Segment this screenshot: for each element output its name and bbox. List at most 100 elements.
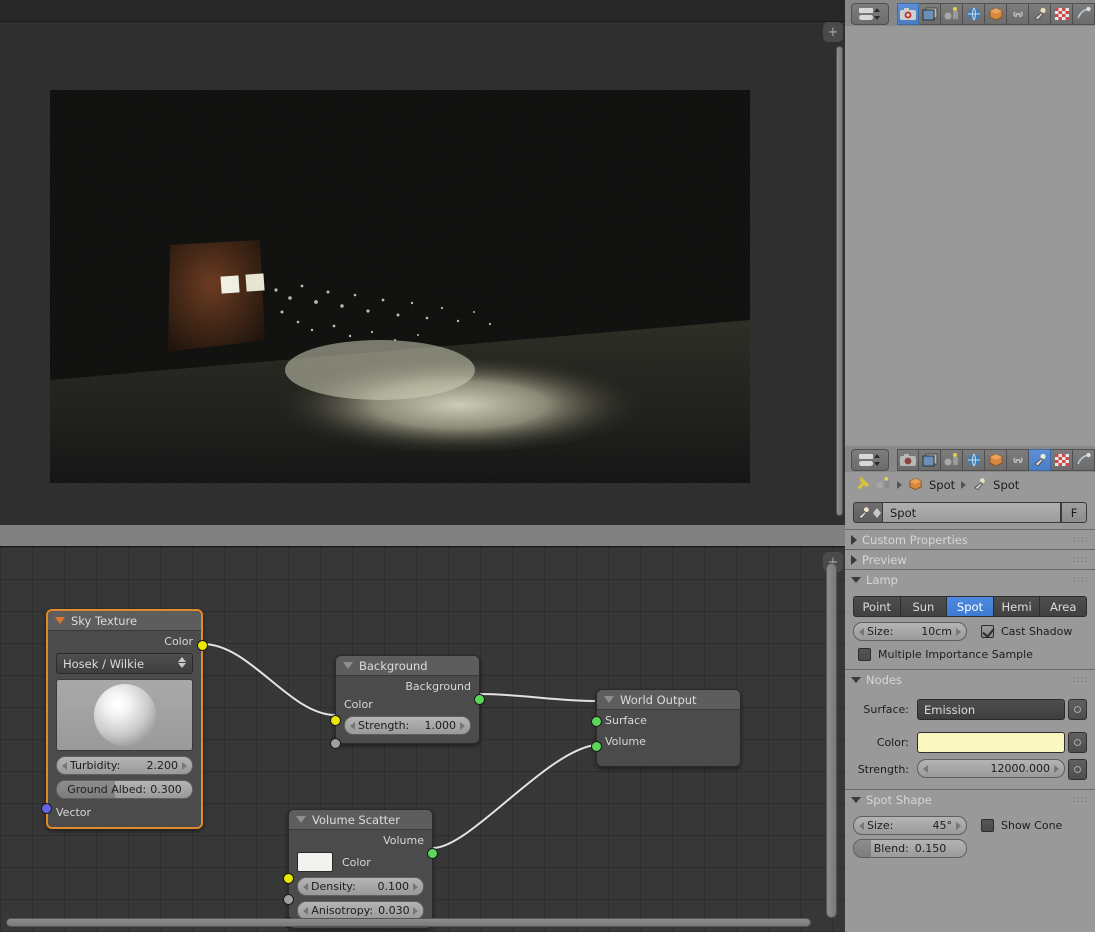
tab-particles-icon[interactable] [1073, 3, 1095, 25]
socket-color-input[interactable] [330, 715, 341, 726]
increment-arrow-icon[interactable] [460, 721, 465, 730]
multiple-importance-checkbox-row[interactable]: Multiple Importance Sample [845, 641, 1095, 661]
increment-arrow-icon[interactable] [413, 906, 418, 915]
tab-render-icon[interactable] [897, 449, 919, 471]
node-volume-scatter[interactable]: Volume Scatter Volume Color Density: 0.1… [283, 809, 438, 929]
tab-scene-icon[interactable] [941, 3, 963, 25]
socket-vector-input[interactable] [41, 803, 52, 814]
increment-arrow-icon[interactable] [413, 882, 418, 891]
breadcrumb-lamp-name[interactable]: Spot [993, 478, 1019, 492]
nodes-panel-header[interactable]: Nodes :::: [845, 670, 1095, 690]
color-swatch[interactable] [297, 852, 333, 872]
show-cone-checkbox[interactable] [981, 819, 994, 832]
cast-shadow-checkbox[interactable] [981, 625, 994, 638]
tab-constraints-icon[interactable] [1007, 3, 1029, 25]
node-sky-texture-header[interactable]: Sky Texture [48, 611, 201, 631]
lamp-panel-header[interactable]: Lamp :::: [845, 570, 1095, 590]
chevron-right-icon[interactable] [851, 534, 857, 545]
tab-texture-icon[interactable] [1051, 449, 1073, 471]
surface-animate-button[interactable] [1068, 699, 1087, 720]
editor-type-selector[interactable] [851, 449, 889, 471]
tab-scene-icon[interactable] [941, 449, 963, 471]
node-background-header[interactable]: Background [336, 656, 479, 676]
tab-lamp-data-icon[interactable] [1029, 449, 1051, 471]
chevron-down-icon[interactable] [851, 677, 861, 683]
strength-field[interactable]: Strength: 1.000 [344, 716, 471, 735]
socket-strength-input[interactable] [330, 738, 341, 749]
color-animate-button[interactable] [1068, 732, 1087, 753]
lamp-type-sun[interactable]: Sun [900, 596, 948, 617]
collapse-triangle-icon[interactable] [55, 617, 65, 624]
lamp-size-field[interactable]: Size: 10cm [853, 622, 967, 641]
collapse-triangle-icon[interactable] [343, 662, 353, 669]
multiple-importance-checkbox[interactable] [858, 648, 871, 661]
lamp-datablock-name[interactable]: Spot [883, 502, 1061, 523]
tab-lamp-data-icon[interactable] [1029, 3, 1051, 25]
show-cone-checkbox-row[interactable]: Show Cone [981, 819, 1062, 832]
lamp-datablock-icon[interactable] [853, 502, 883, 523]
node-background[interactable]: Background Background Color Strength: 1.… [330, 655, 485, 749]
emission-strength-field[interactable]: 12000.000 [917, 759, 1065, 778]
lamp-type-area[interactable]: Area [1040, 596, 1087, 617]
lamp-type-hemi[interactable]: Hemi [993, 596, 1041, 617]
editor-type-selector[interactable] [851, 3, 889, 25]
lamp-type-point[interactable]: Point [853, 596, 901, 617]
density-field[interactable]: Density: 0.100 [297, 877, 424, 896]
image-editor-toolbar-expand[interactable]: + [823, 22, 843, 42]
panel-grip-icon[interactable]: :::: [1073, 555, 1089, 564]
collapse-triangle-icon[interactable] [296, 816, 306, 823]
tab-particles-icon[interactable] [1073, 449, 1095, 471]
tab-world-icon[interactable] [963, 449, 985, 471]
spot-shape-panel-header[interactable]: Spot Shape :::: [845, 790, 1095, 810]
tab-texture-icon[interactable] [1051, 3, 1073, 25]
spot-size-field[interactable]: Size: 45° [853, 816, 967, 835]
cast-shadow-checkbox-row[interactable]: Cast Shadow [981, 625, 1072, 638]
node-volume-scatter-header[interactable]: Volume Scatter [289, 810, 432, 830]
socket-volume-output[interactable] [427, 848, 438, 859]
node-world-output[interactable]: World Output Surface Volume [591, 689, 741, 767]
image-editor-vertical-scrollbar[interactable] [836, 46, 843, 516]
increment-arrow-icon[interactable] [182, 761, 187, 770]
panel-grip-icon[interactable]: :::: [1073, 576, 1089, 585]
emission-color-swatch[interactable] [917, 732, 1065, 753]
node-editor-canvas[interactable]: Sky Texture Color Hosek / Wilkie Turbidi… [0, 547, 845, 932]
socket-color-output[interactable] [197, 640, 208, 651]
surface-shader-dropdown[interactable]: Emission [917, 699, 1065, 720]
tab-constraints-icon[interactable] [1007, 449, 1029, 471]
pin-icon[interactable] [855, 476, 870, 494]
preview-panel-header[interactable]: Preview :::: [845, 550, 1095, 570]
socket-surface-input[interactable] [591, 716, 602, 727]
lamp-type-spot[interactable]: Spot [947, 596, 994, 617]
fake-user-button[interactable]: F [1061, 502, 1087, 523]
socket-background-output[interactable] [474, 694, 485, 705]
node-sky-texture[interactable]: Sky Texture Color Hosek / Wilkie Turbidi… [41, 609, 208, 829]
socket-color-input[interactable] [283, 873, 294, 884]
decrement-arrow-icon[interactable] [62, 761, 67, 770]
tab-object-icon[interactable] [985, 3, 1007, 25]
socket-density-input[interactable] [283, 894, 294, 905]
ground-albedo-field[interactable]: Ground Albed: 0.300 [56, 780, 193, 799]
spot-blend-field[interactable]: Blend: 0.150 [853, 839, 967, 858]
socket-volume-input[interactable] [591, 741, 602, 752]
decrement-arrow-icon[interactable] [350, 721, 355, 730]
properties-tabs[interactable] [897, 3, 1095, 25]
lamp-type-tabs[interactable]: Point Sun Spot Hemi Area [853, 596, 1087, 617]
panel-grip-icon[interactable]: :::: [1073, 535, 1089, 544]
turbidity-field[interactable]: Turbidity: 2.200 [56, 756, 193, 775]
render-properties-tab-bar[interactable] [845, 0, 1095, 26]
properties-tabs[interactable] [897, 449, 1095, 471]
chevron-down-icon[interactable] [851, 577, 861, 583]
tab-render-layers-icon[interactable] [919, 449, 941, 471]
decrement-arrow-icon[interactable] [303, 882, 308, 891]
node-editor-horizontal-scrollbar[interactable] [6, 918, 811, 927]
chevron-down-icon[interactable] [851, 797, 861, 803]
strength-animate-button[interactable] [1068, 759, 1087, 780]
node-editor-vertical-scrollbar[interactable] [826, 563, 837, 918]
collapse-triangle-icon[interactable] [604, 696, 614, 703]
node-world-output-header[interactable]: World Output [597, 690, 740, 710]
chevron-right-icon[interactable] [851, 554, 857, 565]
tab-render-icon[interactable] [897, 3, 919, 25]
tab-object-icon[interactable] [985, 449, 1007, 471]
breadcrumb-object-name[interactable]: Spot [929, 478, 955, 492]
panel-grip-icon[interactable]: :::: [1073, 676, 1089, 685]
